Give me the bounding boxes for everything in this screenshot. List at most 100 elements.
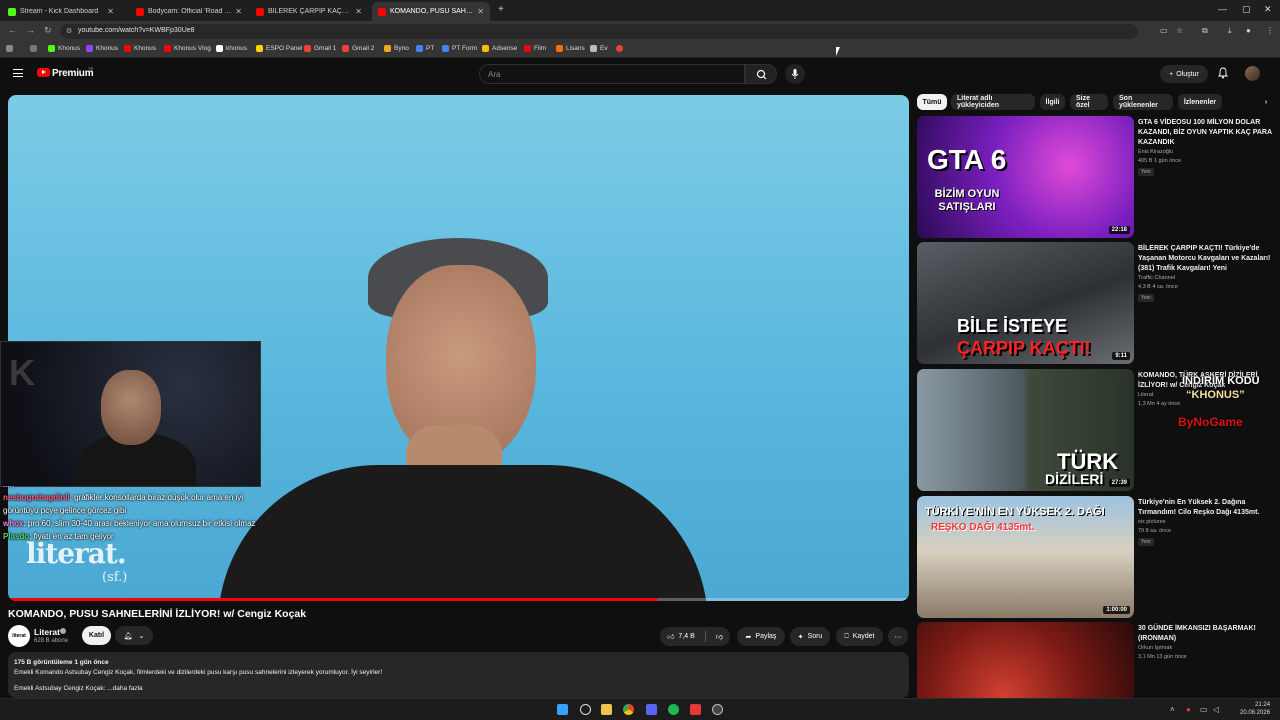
window-close-button[interactable]: ✕ bbox=[1264, 4, 1272, 15]
chip-recent[interactable]: Son yüklenenler bbox=[1113, 94, 1173, 110]
extensions-icon[interactable]: ⧉ bbox=[1202, 26, 1208, 36]
location-pin-icon[interactable] bbox=[616, 45, 623, 52]
chip-related[interactable]: İlgili bbox=[1040, 94, 1065, 110]
bookmark-item[interactable]: PT bbox=[416, 45, 434, 52]
bookmark-item[interactable]: Khonus Vlog bbox=[164, 45, 211, 52]
address-bar[interactable]: ⚙ youtube.com/watch?v=KWBFp30Ue8 bbox=[60, 24, 1138, 39]
bookmark-item[interactable]: Byno bbox=[384, 45, 409, 52]
video-thumbnail[interactable] bbox=[917, 622, 1134, 698]
menu-dots-icon[interactable]: ⋮ bbox=[1266, 26, 1274, 35]
video-title[interactable]: BİLEREK ÇARPIP KAÇTI! Türkiye'de Yaşanan… bbox=[1138, 244, 1276, 274]
apps-grid-icon[interactable] bbox=[6, 45, 13, 52]
video-description[interactable]: 175 B görüntüleme 1 gün önce Emekli Koma… bbox=[8, 652, 909, 698]
chip-next-arrow[interactable]: › bbox=[1258, 94, 1274, 110]
profile-icon[interactable]: ● bbox=[1246, 26, 1251, 35]
chip-for-you[interactable]: Size özel bbox=[1070, 94, 1108, 110]
spotify-icon[interactable] bbox=[668, 704, 679, 715]
save-button[interactable]: ⎕ Kaydet bbox=[836, 627, 883, 646]
bookmark-item[interactable]: Gmail 1 bbox=[304, 45, 336, 52]
tray-chevron-icon[interactable]: ˄ bbox=[1170, 705, 1175, 714]
voice-search-button[interactable] bbox=[785, 64, 805, 84]
search-icon[interactable] bbox=[580, 704, 591, 715]
bookmark-item[interactable]: Lisans bbox=[556, 45, 585, 52]
video-thumbnail[interactable]: BİLE İSTEYE ÇARPIP KAÇTI! 9:11 bbox=[917, 242, 1134, 364]
channel-name[interactable]: Literat bbox=[34, 627, 60, 637]
discord-icon[interactable] bbox=[646, 704, 657, 715]
channel-avatar[interactable]: literat bbox=[8, 625, 30, 647]
video-title[interactable]: GTA 6 VİDEOSU 100 MİLYON DOLAR KAZANDI, … bbox=[1138, 118, 1276, 148]
channel-name[interactable]: Orkun Işıtmak bbox=[1138, 645, 1172, 651]
video-title[interactable]: Türkiye'nin En Yüksek 2. Dağına Tırmandı… bbox=[1138, 498, 1276, 518]
maximize-button[interactable]: ▢ bbox=[1242, 4, 1251, 15]
system-clock[interactable]: 21:24 20.08.2026 bbox=[1240, 701, 1270, 717]
channel-name[interactable]: Enis Kirazoğlu bbox=[1138, 149, 1173, 155]
recommended-video[interactable]: TÜRK DİZİLERİ 27:39 KOMANDO, TÜRK ASKERİ… bbox=[917, 369, 1277, 491]
bookmark-item[interactable]: Khonus bbox=[86, 45, 118, 52]
user-avatar[interactable] bbox=[1245, 66, 1260, 81]
download-icon[interactable]: ⤓ bbox=[1228, 26, 1232, 36]
microphone-tray-icon[interactable]: ● bbox=[1186, 705, 1191, 714]
chip-watched[interactable]: İzlenenler bbox=[1178, 94, 1222, 110]
video-thumbnail[interactable]: TÜRK DİZİLERİ 27:39 bbox=[917, 369, 1134, 491]
url-text[interactable]: youtube.com/watch?v=KWBFp30Ue8 bbox=[78, 27, 195, 34]
create-button[interactable]: + Oluştur bbox=[1160, 65, 1208, 83]
search-button[interactable] bbox=[745, 64, 777, 84]
bookmark-item[interactable]: Film bbox=[524, 45, 546, 52]
search-input[interactable] bbox=[480, 65, 744, 83]
channel-name[interactable]: six pictures bbox=[1138, 519, 1166, 525]
menu-icon[interactable] bbox=[13, 69, 23, 77]
search-box[interactable] bbox=[479, 64, 745, 84]
chip-from-uploader[interactable]: Literat adlı yükleyiciden bbox=[951, 94, 1035, 110]
share-button[interactable]: ➦ Paylaş bbox=[737, 627, 785, 646]
dislike-button[interactable]: 👎︎ bbox=[716, 632, 723, 641]
windows-start-icon[interactable] bbox=[557, 704, 568, 715]
chip-all[interactable]: Tümü bbox=[917, 94, 947, 110]
more-actions-button[interactable]: ⋯ bbox=[888, 627, 908, 646]
obs-icon[interactable] bbox=[690, 704, 701, 715]
video-title[interactable]: 30 GÜNDE İMKANSIZI BAŞARMAK! (IRONMAN) bbox=[1138, 624, 1276, 644]
file-explorer-icon[interactable] bbox=[601, 704, 612, 715]
site-info-icon[interactable]: ⚙ bbox=[66, 27, 72, 35]
browser-tab-bilerek[interactable]: BİLEREK ÇARPIP KAÇTI! Türkiye' ✕ bbox=[250, 2, 368, 21]
recommended-video[interactable]: BİLE İSTEYE ÇARPIP KAÇTI! 9:11 BİLEREK Ç… bbox=[917, 242, 1277, 364]
bookmark-item[interactable]: Adsense bbox=[482, 45, 517, 52]
join-button[interactable]: Katıl bbox=[82, 626, 111, 645]
channel-name[interactable]: Literat bbox=[1138, 392, 1153, 398]
reload-icon[interactable]: ↻ bbox=[44, 25, 52, 36]
bookmark-item[interactable]: Ev bbox=[590, 45, 608, 52]
bookmark-item[interactable]: Gmail 2 bbox=[342, 45, 374, 52]
youtube-logo-icon[interactable] bbox=[37, 68, 50, 77]
forward-icon[interactable]: → bbox=[26, 25, 35, 35]
subscription-notify-button[interactable]: 🔔︎ ⌄ bbox=[115, 626, 153, 645]
close-icon[interactable]: ✕ bbox=[355, 7, 362, 16]
bookmark-item[interactable]: PT Form bbox=[442, 45, 477, 52]
browser-tab-bodycam[interactable]: Bodycam: Official 'Road to Los' ✕ bbox=[130, 2, 248, 21]
back-icon[interactable]: ← bbox=[8, 25, 17, 35]
bookmark-item[interactable]: khonus bbox=[216, 45, 247, 52]
browser-tab-kick[interactable]: Stream - Kick Dashboard ✕ bbox=[2, 2, 120, 21]
bookmark-item[interactable]: ESPO Panel bbox=[256, 45, 303, 52]
bookmark-star-icon[interactable]: ☆ bbox=[1176, 26, 1183, 35]
close-icon[interactable]: ✕ bbox=[235, 7, 242, 16]
new-tab-button[interactable]: + bbox=[498, 4, 504, 15]
video-thumbnail[interactable]: TÜRKİYE'NİN EN YÜKSEK 2. DAĞI REŞKO DAĞI… bbox=[917, 496, 1134, 618]
cast-icon[interactable]: ▭ bbox=[1160, 26, 1168, 35]
progress-bar[interactable] bbox=[8, 598, 909, 601]
recommended-video[interactable]: 30 GÜNDE İMKANSIZI BAŞARMAK! (IRONMAN) O… bbox=[917, 622, 1277, 698]
bookmark-item[interactable]: Khonus bbox=[124, 45, 156, 52]
chrome-icon[interactable] bbox=[623, 704, 634, 715]
browser-tab-komando[interactable]: KOMANDO, PUSU SAHNELERİN ✕ bbox=[372, 2, 490, 21]
volume-icon[interactable]: ◁ bbox=[1213, 705, 1219, 714]
like-button[interactable]: 👍︎ 7,4 B bbox=[667, 632, 695, 641]
network-icon[interactable]: ▭ bbox=[1200, 705, 1208, 714]
close-icon[interactable]: ✕ bbox=[107, 7, 114, 16]
app-icon[interactable] bbox=[712, 704, 723, 715]
bookmark-item[interactable]: Khonus bbox=[48, 45, 80, 52]
description-more[interactable]: Emekli Astsubay Cengiz Koçak: ...daha fa… bbox=[14, 684, 903, 694]
video-thumbnail[interactable]: GTA 6 BİZİM OYUN SATIŞLARI 22:18 bbox=[917, 116, 1134, 238]
ask-button[interactable]: ✦ Soru bbox=[790, 627, 830, 646]
recommended-video[interactable]: GTA 6 BİZİM OYUN SATIŞLARI 22:18 GTA 6 V… bbox=[917, 116, 1277, 238]
notifications-bell-icon[interactable] bbox=[1218, 67, 1228, 79]
recommended-video[interactable]: TÜRKİYE'NİN EN YÜKSEK 2. DAĞI REŞKO DAĞI… bbox=[917, 496, 1277, 618]
close-icon[interactable]: ✕ bbox=[477, 7, 484, 16]
